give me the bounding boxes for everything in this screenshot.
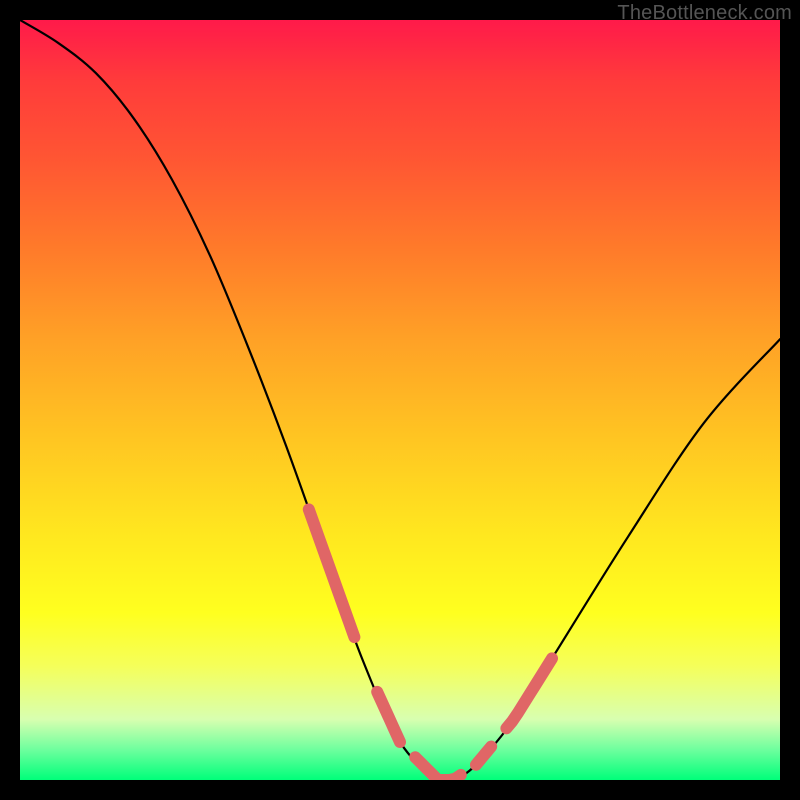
watermark-text: TheBottleneck.com — [617, 2, 792, 25]
highlight-segment — [506, 658, 552, 728]
bottleneck-curve — [20, 20, 780, 780]
curve-highlights — [309, 509, 552, 780]
highlight-segment — [377, 692, 400, 742]
chart-plot-area — [20, 20, 780, 780]
curve-path — [20, 20, 780, 780]
highlight-segment — [309, 509, 355, 637]
highlight-segment — [476, 747, 491, 765]
highlight-segment — [415, 757, 461, 780]
